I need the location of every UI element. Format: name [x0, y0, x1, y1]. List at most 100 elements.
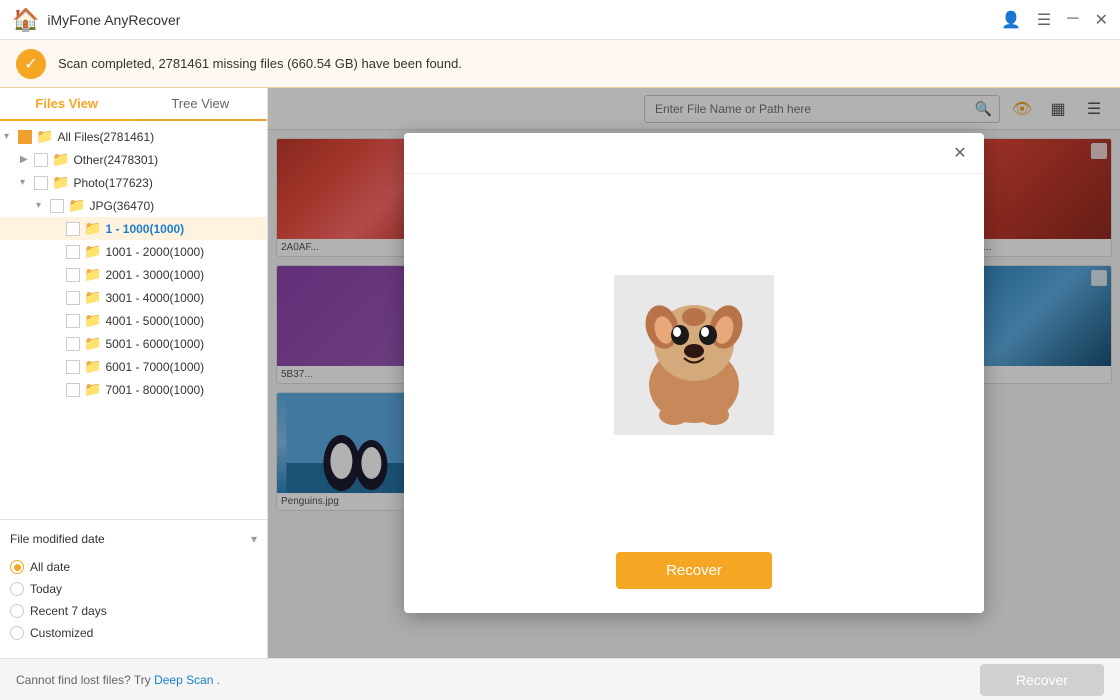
success-icon: ✓	[16, 49, 46, 79]
puppy-image	[614, 275, 774, 435]
modal-close-button[interactable]: ✕	[948, 141, 972, 165]
folder-icon: 📁	[84, 289, 101, 306]
filter-option-label: Recent 7 days	[30, 604, 107, 618]
folder-icon: 📁	[84, 243, 101, 260]
tree-item-1-1000[interactable]: 📁 1 - 1000(1000)	[0, 217, 267, 240]
tree-arrow	[52, 361, 66, 372]
titlebar: 🏠 iMyFone AnyRecover 👤 ☰ ─ ✕	[0, 0, 1120, 40]
tree-checkbox[interactable]	[66, 245, 80, 259]
folder-icon: 📁	[84, 266, 101, 283]
bottom-text: Cannot find lost files? Try Deep Scan .	[16, 673, 220, 687]
tree-checkbox[interactable]	[34, 153, 48, 167]
tree-arrow	[52, 384, 66, 395]
folder-icon: 📁	[84, 220, 101, 237]
tree-item-photo[interactable]: ▾ 📁 Photo(177623)	[0, 171, 267, 194]
modal-overlay[interactable]: ✕	[268, 88, 1120, 658]
filter-label: File modified date	[10, 532, 105, 546]
filter-section: File modified date ▾ All date Today Rece…	[0, 519, 267, 658]
tree-arrow: ▾	[36, 200, 50, 211]
folder-icon: 📁	[84, 312, 101, 329]
view-tabs: Files View Tree View	[0, 88, 267, 121]
tree-checkbox[interactable]	[66, 222, 80, 236]
tree-checkbox[interactable]	[66, 268, 80, 282]
home-icon: 🏠	[12, 7, 39, 33]
bottom-text-prefix: Cannot find lost files? Try	[16, 673, 151, 687]
notification-text: Scan completed, 2781461 missing files (6…	[58, 56, 462, 71]
tree-item-label: 1001 - 2000(1000)	[105, 245, 204, 259]
filter-option-label: All date	[30, 560, 70, 574]
dropdown-arrow-icon: ▾	[251, 532, 257, 546]
folder-icon: 📁	[84, 381, 101, 398]
main-recover-button[interactable]: Recover	[980, 664, 1104, 696]
filter-option-label: Customized	[30, 626, 93, 640]
radio-today[interactable]	[10, 582, 24, 596]
bottom-bar: Cannot find lost files? Try Deep Scan . …	[0, 658, 1120, 700]
tree-checkbox[interactable]	[66, 383, 80, 397]
tree-arrow	[52, 246, 66, 257]
sidebar: Files View Tree View ▾ 📁 All Files(27814…	[0, 88, 268, 658]
tree-checkbox[interactable]	[66, 291, 80, 305]
tree-checkbox[interactable]	[50, 199, 64, 213]
tree-item-label: Other(2478301)	[73, 153, 158, 167]
tree-checkbox[interactable]	[66, 314, 80, 328]
app-title: iMyFone AnyRecover	[47, 12, 1001, 28]
tree-item-5001-6000[interactable]: 📁 5001 - 6000(1000)	[0, 332, 267, 355]
tree-item-3001-4000[interactable]: 📁 3001 - 4000(1000)	[0, 286, 267, 309]
filter-option-label: Today	[30, 582, 62, 596]
preview-modal: ✕	[404, 133, 984, 613]
tree-item-label: All Files(2781461)	[57, 130, 154, 144]
tree-item-label: 3001 - 4000(1000)	[105, 291, 204, 305]
modal-footer: Recover	[616, 536, 772, 613]
radio-recent-7[interactable]	[10, 604, 24, 618]
notification-bar: ✓ Scan completed, 2781461 missing files …	[0, 40, 1120, 88]
tree-item-7001-8000[interactable]: 📁 7001 - 8000(1000)	[0, 378, 267, 401]
modal-recover-button[interactable]: Recover	[616, 552, 772, 589]
tree-item-other[interactable]: ▶ 📁 Other(2478301)	[0, 148, 267, 171]
tree-item-all-files[interactable]: ▾ 📁 All Files(2781461)	[0, 125, 267, 148]
filter-options: All date Today Recent 7 days Customized	[10, 550, 257, 650]
tree-item-label: 1 - 1000(1000)	[105, 222, 184, 236]
radio-customized[interactable]	[10, 626, 24, 640]
tree-item-jpg[interactable]: ▾ 📁 JPG(36470)	[0, 194, 267, 217]
tree-item-label: 7001 - 8000(1000)	[105, 383, 204, 397]
filter-recent-7[interactable]: Recent 7 days	[10, 600, 257, 622]
folder-icon: 📁	[52, 174, 69, 191]
folder-icon: 📁	[52, 151, 69, 168]
main-layout: Files View Tree View ▾ 📁 All Files(27814…	[0, 88, 1120, 658]
tree-item-4001-5000[interactable]: 📁 4001 - 5000(1000)	[0, 309, 267, 332]
content-area: 🔍 👁 ▦ ☰ 2A0AF... 2C05F70F@24815... E	[268, 88, 1120, 658]
filter-all-date[interactable]: All date	[10, 556, 257, 578]
tree-checkbox[interactable]	[18, 130, 32, 144]
folder-icon: 📁	[84, 358, 101, 375]
tree-arrow: ▾	[4, 131, 18, 142]
account-icon[interactable]: 👤	[1001, 10, 1021, 30]
modal-content	[554, 174, 834, 536]
tree-item-6001-7000[interactable]: 📁 6001 - 7000(1000)	[0, 355, 267, 378]
tree-item-2001-3000[interactable]: 📁 2001 - 3000(1000)	[0, 263, 267, 286]
filter-customized[interactable]: Customized	[10, 622, 257, 644]
modal-header: ✕	[404, 133, 984, 174]
bottom-text-suffix: .	[217, 673, 220, 687]
tree-arrow: ▾	[20, 177, 34, 188]
folder-icon: 📁	[36, 128, 53, 145]
radio-all-date[interactable]	[10, 560, 24, 574]
folder-icon: 📁	[68, 197, 85, 214]
tree-item-1001-2000[interactable]: 📁 1001 - 2000(1000)	[0, 240, 267, 263]
tab-tree-view[interactable]: Tree View	[134, 88, 268, 119]
tree-checkbox[interactable]	[66, 337, 80, 351]
close-button[interactable]: ✕	[1095, 10, 1108, 30]
minimize-button[interactable]: ─	[1067, 10, 1078, 30]
filter-today[interactable]: Today	[10, 578, 257, 600]
menu-icon[interactable]: ☰	[1037, 10, 1051, 30]
tree-checkbox[interactable]	[66, 360, 80, 374]
filter-dropdown[interactable]: File modified date ▾	[10, 528, 257, 550]
tree-item-label: 4001 - 5000(1000)	[105, 314, 204, 328]
tree-checkbox[interactable]	[34, 176, 48, 190]
preview-image-container	[594, 255, 794, 455]
tree-arrow	[52, 292, 66, 303]
file-tree: ▾ 📁 All Files(2781461) ▶ 📁 Other(2478301…	[0, 121, 267, 519]
tree-item-label: 6001 - 7000(1000)	[105, 360, 204, 374]
deep-scan-link[interactable]: Deep Scan	[154, 673, 213, 687]
tree-item-label: 2001 - 3000(1000)	[105, 268, 204, 282]
tab-files-view[interactable]: Files View	[0, 88, 134, 121]
